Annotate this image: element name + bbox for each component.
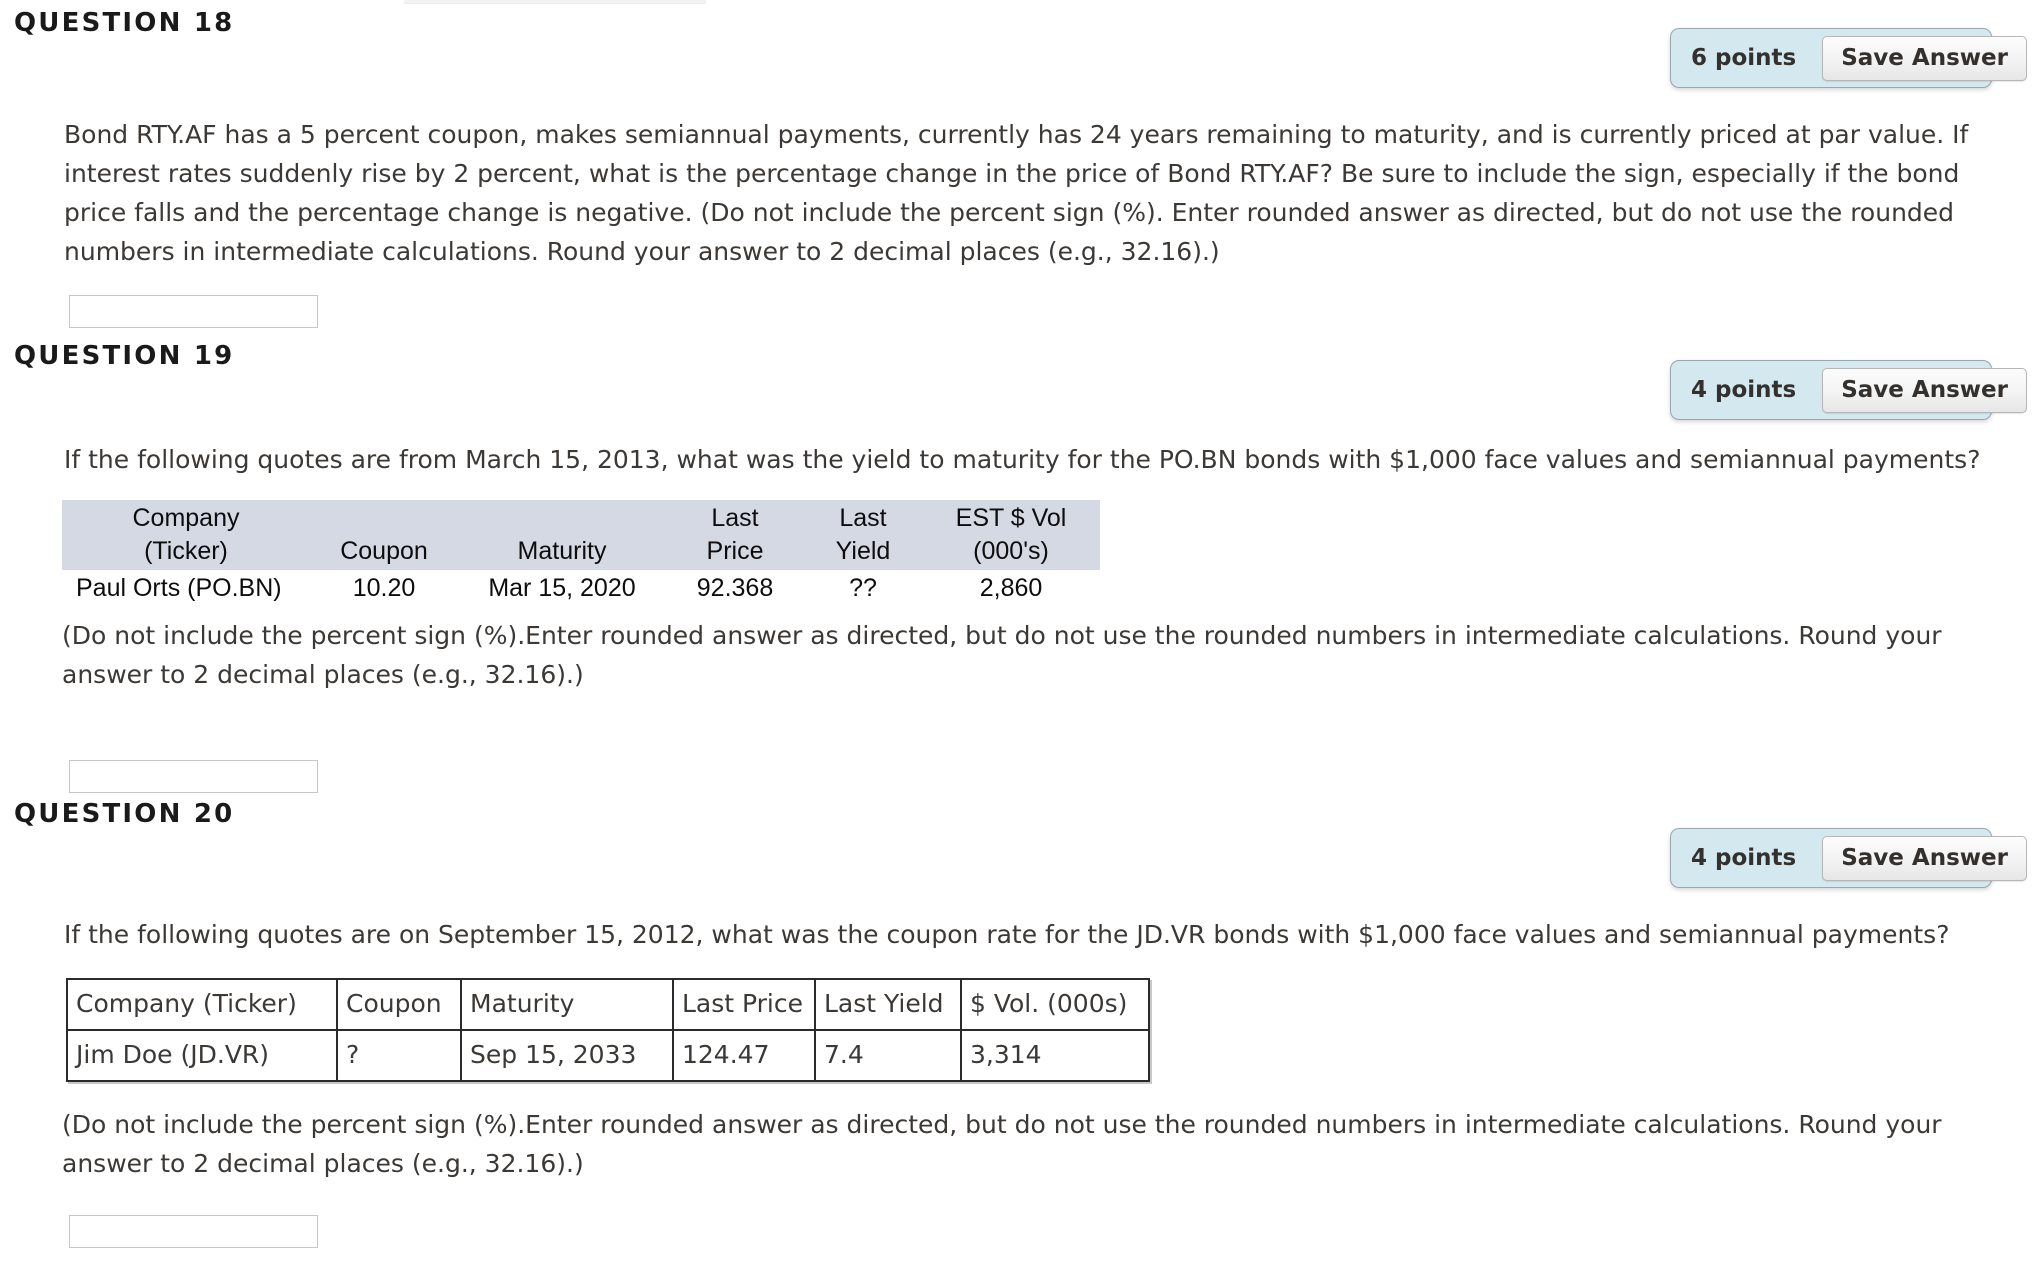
table-header-row: Company (Ticker) Coupon Maturity Last Pr… [68, 980, 1150, 1031]
question-18-body: Bond RTY.AF has a 5 percent coupon, make… [64, 115, 2024, 271]
save-pill-18: 6 points Save Answer [1670, 28, 2027, 88]
points-label-20: 4 points [1691, 845, 1797, 871]
cell-maturity: Sep 15, 2033 [462, 1031, 674, 1082]
column-header-last-price: Last Price [666, 500, 804, 570]
column-header-coupon: Coupon [310, 500, 458, 570]
question-19-note-line-2: answer to 2 decimal places (e.g., 32.16)… [62, 660, 584, 689]
question-18-body-line-2: interest rates suddenly rise by 2 percen… [64, 159, 1960, 188]
save-answer-button-18[interactable]: Save Answer [1822, 35, 2027, 81]
save-pill-19: 4 points Save Answer [1670, 360, 2027, 420]
clipped-top-element [404, 0, 706, 4]
cell-last-price: 92.368 [696, 574, 774, 602]
column-header-last-yield: Last Yield [804, 500, 922, 570]
question-19-note: (Do not include the percent sign (%).Ent… [62, 616, 2022, 694]
column-header-coupon: Coupon [338, 980, 462, 1031]
column-header-maturity: Maturity [462, 980, 674, 1031]
points-label-19: 4 points [1691, 377, 1797, 403]
cell-last-yield: 7.4 [816, 1031, 962, 1082]
column-header-est-dollar-vol: EST $ Vol (000's) [922, 500, 1100, 570]
answer-input-18[interactable] [69, 295, 318, 328]
column-header-maturity: Maturity [458, 500, 666, 570]
column-header-company-ticker: Company (Ticker) [62, 500, 310, 570]
question-18-body-line-1: Bond RTY.AF has a 5 percent coupon, make… [64, 120, 1969, 149]
save-answer-button-20[interactable]: Save Answer [1822, 835, 2027, 881]
table-row: Jim Doe (JD.VR) ? Sep 15, 2033 124.47 7.… [68, 1031, 1150, 1082]
question-18-body-line-3: price falls and the percentage change is… [64, 198, 1955, 227]
column-header-last-yield: Last Yield [816, 980, 962, 1031]
save-pill-20: 4 points Save Answer [1670, 828, 2027, 888]
question-20-note: (Do not include the percent sign (%).Ent… [62, 1105, 2022, 1183]
column-header-company-ticker: Company (Ticker) [68, 980, 338, 1031]
cell-last-yield: ?? [849, 574, 877, 602]
cell-company-ticker: Paul Orts (PO.BN) [76, 574, 282, 602]
question-block-20: QUESTION 20 [0, 799, 2036, 829]
points-label-18: 6 points [1691, 45, 1797, 71]
question-19-body-line-1: If the following quotes are from March 1… [64, 445, 1981, 474]
question-18-body-line-4: numbers in intermediate calculations. Ro… [64, 237, 1220, 266]
answer-input-19[interactable] [69, 760, 318, 793]
question-20-note-line-1: (Do not include the percent sign (%).Ent… [62, 1110, 1942, 1139]
question-19-body: If the following quotes are from March 1… [64, 440, 2024, 479]
question-20-body: If the following quotes are on September… [64, 915, 2024, 954]
bond-quote-table-19: Company (Ticker) Coupon Maturity Last Pr… [62, 500, 1100, 606]
quiz-page: QUESTION 18 6 points Save Answer Bond RT… [0, 0, 2036, 1274]
answer-input-20[interactable] [69, 1215, 318, 1248]
question-20-heading: QUESTION 20 [14, 799, 235, 829]
cell-company-ticker: Jim Doe (JD.VR) [68, 1031, 338, 1082]
cell-last-price: 124.47 [674, 1031, 816, 1082]
cell-est-dollar-vol: 2,860 [979, 574, 1043, 602]
cell-maturity: Mar 15, 2020 [488, 574, 636, 602]
table-row: Paul Orts (PO.BN) 10.20 Mar 15, 2020 92.… [62, 570, 1100, 606]
column-header-dollar-vol: $ Vol. (000s) [962, 980, 1150, 1031]
save-answer-button-19[interactable]: Save Answer [1822, 367, 2027, 413]
cell-coupon: 10.20 [352, 574, 416, 602]
table-header-row: Company (Ticker) Coupon Maturity Last Pr… [62, 500, 1100, 570]
bond-quote-table-20: Company (Ticker) Coupon Maturity Last Pr… [66, 978, 1150, 1082]
question-20-body-line-1: If the following quotes are on September… [64, 920, 1950, 949]
question-19-note-line-1: (Do not include the percent sign (%).Ent… [62, 621, 1942, 650]
question-20-note-line-2: answer to 2 decimal places (e.g., 32.16)… [62, 1149, 584, 1178]
column-header-last-price: Last Price [674, 980, 816, 1031]
cell-dollar-vol: 3,314 [962, 1031, 1150, 1082]
cell-coupon: ? [338, 1031, 462, 1082]
